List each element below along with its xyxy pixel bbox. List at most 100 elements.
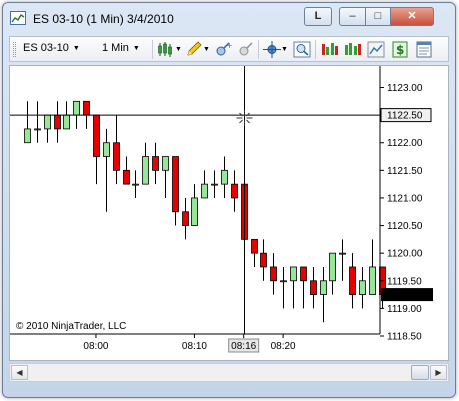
candle-up bbox=[339, 239, 346, 281]
candle-body bbox=[162, 156, 169, 171]
candle-up bbox=[221, 156, 228, 198]
toolbar-separator bbox=[152, 40, 153, 59]
chevron-down-icon[interactable]: ▼ bbox=[175, 46, 182, 53]
candles-layer bbox=[24, 100, 386, 323]
scroll-left-button[interactable]: ◀ bbox=[11, 365, 28, 380]
candle-up bbox=[142, 142, 149, 185]
candle-up bbox=[369, 239, 376, 295]
horizontal-scrollbar[interactable]: ◀ ▶ bbox=[9, 363, 449, 382]
candle-body bbox=[329, 252, 336, 282]
candle-down bbox=[231, 170, 238, 212]
candle-down bbox=[123, 156, 130, 185]
zoom-icon[interactable] bbox=[293, 41, 311, 58]
time-tick-label: 08:00 bbox=[83, 341, 108, 352]
chart-toolbar: ES 03-10▼ 1 Min▼ ▼ ▼ + ▼ bbox=[9, 36, 449, 62]
candle-up bbox=[162, 156, 169, 198]
candle-body bbox=[349, 266, 356, 295]
chart-panel[interactable]: 1123.00 1122.50 1122.00 1121.50 1121.00 1120.… bbox=[9, 65, 449, 361]
candle-body bbox=[123, 169, 130, 185]
remove-indicator-icon[interactable] bbox=[237, 41, 255, 58]
link-button[interactable]: L bbox=[304, 7, 332, 26]
candle-up bbox=[329, 252, 336, 295]
close-button[interactable]: ✕ bbox=[390, 7, 434, 26]
candle-body bbox=[221, 169, 228, 185]
candle-up bbox=[280, 266, 287, 309]
candle-up bbox=[290, 266, 297, 309]
candle-body bbox=[280, 280, 287, 283]
candle-body bbox=[211, 183, 218, 186]
candle-body bbox=[339, 252, 346, 255]
chart-app-icon bbox=[10, 11, 26, 25]
candle-down bbox=[172, 156, 179, 226]
candle-body bbox=[300, 266, 307, 282]
candle-body bbox=[44, 114, 51, 130]
svg-text:+: + bbox=[226, 41, 232, 50]
candle-down bbox=[182, 197, 189, 240]
candle-up bbox=[44, 114, 51, 143]
strategies-icon[interactable] bbox=[344, 41, 362, 58]
chevron-down-icon: ▼ bbox=[132, 45, 140, 52]
candle-up bbox=[359, 266, 366, 309]
toolbar-grip[interactable] bbox=[13, 42, 16, 57]
price-tick-label: 1119.50 bbox=[387, 276, 422, 287]
scroll-thumb[interactable] bbox=[411, 365, 429, 380]
price-tick-label: 1123.00 bbox=[387, 83, 423, 94]
instrument-selector[interactable]: ES 03-10 ▼ bbox=[23, 42, 80, 54]
interval-label: 1 Min bbox=[102, 42, 129, 54]
title-bar[interactable]: ES 03-10 (1 Min) 3/4/2010 L – □ ✕ bbox=[3, 3, 455, 33]
crosshair-icon[interactable] bbox=[263, 41, 281, 58]
candle-body bbox=[24, 128, 31, 144]
candle-body bbox=[83, 100, 90, 116]
dollar-icon[interactable]: $ bbox=[391, 41, 409, 58]
candle-body bbox=[359, 280, 366, 295]
svg-text:$: $ bbox=[396, 43, 404, 57]
interval-selector[interactable]: 1 Min ▼ bbox=[102, 42, 140, 54]
candle-body bbox=[73, 100, 80, 116]
candle-body bbox=[251, 238, 258, 254]
candle-down bbox=[54, 101, 61, 143]
indicators-icon[interactable] bbox=[321, 41, 339, 58]
cursor-stroke bbox=[246, 119, 250, 124]
maximize-button[interactable]: □ bbox=[365, 7, 391, 26]
candle-up bbox=[103, 128, 110, 212]
chevron-down-icon[interactable]: ▼ bbox=[281, 46, 288, 53]
price-tick-label: 1121.50 bbox=[387, 166, 423, 177]
candle-down bbox=[251, 238, 258, 267]
last-price-label: 1119.25 bbox=[387, 290, 422, 301]
candle-body bbox=[270, 266, 277, 282]
candlestick-chart[interactable]: 1123.00 1122.50 1122.00 1121.50 1121.00 1120.… bbox=[10, 66, 448, 360]
minimize-button[interactable]: – bbox=[339, 7, 366, 26]
candle-body bbox=[260, 252, 267, 268]
scroll-right-button[interactable]: ▶ bbox=[430, 365, 447, 380]
candle-down bbox=[113, 115, 120, 185]
price-tick-label: 1119.00 bbox=[387, 304, 422, 315]
toolbar-separator bbox=[315, 40, 316, 59]
price-tick-label: 1120.50 bbox=[387, 221, 423, 232]
pencil-icon[interactable] bbox=[185, 41, 203, 58]
candle-down bbox=[152, 142, 159, 185]
price-tick-label: 1121.00 bbox=[387, 193, 423, 204]
candle-body bbox=[34, 128, 41, 131]
candle-up bbox=[211, 170, 218, 198]
candlestick-chart-icon[interactable] bbox=[157, 41, 175, 58]
properties-icon[interactable] bbox=[415, 41, 433, 58]
price-tick-label: 1118.50 bbox=[387, 332, 422, 343]
candle-up bbox=[191, 184, 198, 226]
candle-body bbox=[201, 183, 208, 199]
candle-body bbox=[103, 142, 110, 157]
candle-up bbox=[320, 266, 327, 323]
crosshair-price-label: 1122.50 bbox=[387, 111, 423, 122]
time-axis: 08:00 08:10 08:16 08:20 bbox=[83, 334, 296, 353]
candle-body bbox=[113, 142, 120, 171]
candle-body bbox=[63, 114, 70, 130]
candle-body bbox=[310, 280, 317, 295]
price-tick-label: 1120.00 bbox=[387, 249, 423, 260]
candle-down bbox=[93, 114, 100, 185]
time-tick-label: 08:10 bbox=[182, 341, 207, 352]
chevron-down-icon[interactable]: ▼ bbox=[203, 46, 210, 53]
candle-body bbox=[191, 197, 198, 226]
chart-trader-icon[interactable] bbox=[367, 41, 385, 58]
candle-body bbox=[182, 211, 189, 226]
add-indicator-icon[interactable]: + bbox=[214, 41, 232, 58]
candle-down bbox=[260, 239, 267, 281]
